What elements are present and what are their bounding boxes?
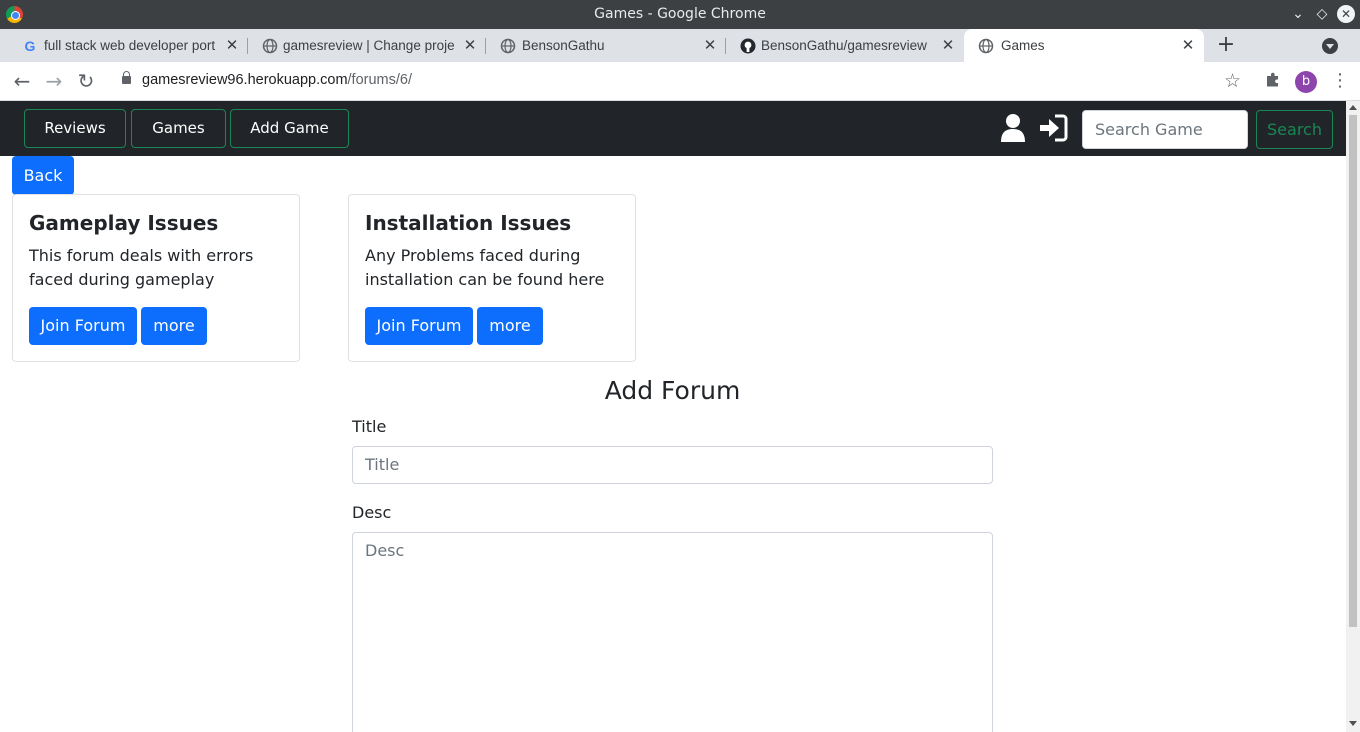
tab-close-icon[interactable]: ✕: [1180, 36, 1196, 54]
globe-icon: [978, 38, 994, 54]
tab-label: Games: [1001, 38, 1045, 53]
tab-label: gamesreview | Change proje: [283, 38, 455, 53]
browser-toolbar: ← → ↻ gamesreview96.herokuapp.com/forums…: [0, 62, 1360, 101]
tab-label: BensonGathu/gamesreview: [761, 38, 927, 53]
more-menu-icon[interactable]: ⋮: [1331, 70, 1349, 91]
tab-close-icon[interactable]: ✕: [224, 36, 240, 54]
tab-search-icon[interactable]: [1322, 38, 1338, 54]
puzzle-icon: [1267, 72, 1278, 87]
nav-games-button[interactable]: Games: [131, 109, 226, 148]
address-bar[interactable]: gamesreview96.herokuapp.com/forums/6/: [110, 65, 1260, 98]
site-navbar: Reviews Games Add Game Search Game Searc…: [0, 101, 1346, 156]
tab-bensongathu[interactable]: BensonGathu ✕: [486, 29, 726, 62]
join-forum-button[interactable]: Join Forum: [365, 307, 473, 345]
tab-label: full stack web developer port: [44, 38, 216, 53]
title-input[interactable]: Title: [352, 446, 993, 484]
desc-textarea[interactable]: Desc: [352, 532, 993, 732]
tab-portfolio[interactable]: G full stack web developer port ✕: [8, 29, 248, 62]
github-icon: [740, 38, 756, 54]
tab-label: BensonGathu: [522, 38, 605, 53]
page-content: Reviews Games Add Game Search Game Searc…: [0, 101, 1346, 732]
scroll-down-arrow-icon[interactable]: [1349, 721, 1357, 726]
forum-description: This forum deals with errors faced durin…: [29, 246, 254, 289]
svg-text:G: G: [25, 38, 36, 54]
tab-close-icon[interactable]: ✕: [462, 36, 478, 54]
more-button[interactable]: more: [477, 307, 543, 345]
globe-icon: [500, 38, 516, 54]
globe-icon: [262, 38, 278, 54]
forum-title: Installation Issues: [365, 211, 572, 235]
tab-github-repo[interactable]: BensonGathu/gamesreview ✕: [726, 29, 964, 62]
minimize-icon[interactable]: ⌄: [1288, 4, 1308, 24]
window-title: Games - Google Chrome: [594, 6, 766, 22]
tab-close-icon[interactable]: ✕: [940, 36, 956, 54]
nav-add-game-button[interactable]: Add Game: [230, 109, 349, 148]
url-text[interactable]: gamesreview96.herokuapp.com/forums/6/: [142, 72, 412, 88]
desc-label: Desc: [352, 503, 392, 522]
forum-description: Any Problems faced during installation c…: [365, 246, 605, 289]
url-host: gamesreview96.herokuapp.com: [142, 72, 348, 88]
tab-strip: G full stack web developer port ✕ gamesr…: [0, 29, 1360, 62]
google-icon: G: [25, 38, 36, 54]
join-forum-button[interactable]: Join Forum: [29, 307, 137, 345]
back-button[interactable]: Back: [12, 156, 74, 195]
nav-reviews-button[interactable]: Reviews: [24, 109, 126, 148]
extensions-puzzle-icon[interactable]: [1264, 71, 1282, 94]
scrollbar-thumb[interactable]: [1349, 115, 1357, 627]
forum-card: Gameplay Issues This forum deals with er…: [12, 194, 300, 362]
forward-arrow-icon[interactable]: →: [42, 70, 66, 94]
scroll-up-arrow-icon[interactable]: [1349, 105, 1357, 110]
profile-avatar[interactable]: b: [1295, 71, 1317, 93]
url-path: /forums/6/: [347, 72, 412, 88]
search-input[interactable]: Search Game: [1082, 110, 1248, 149]
tab-close-icon[interactable]: ✕: [702, 36, 718, 54]
title-label: Title: [352, 417, 387, 436]
sign-in-icon[interactable]: [1038, 113, 1068, 143]
lock-icon: [122, 71, 131, 84]
add-forum-heading: Add Forum: [604, 376, 741, 405]
bookmark-star-icon[interactable]: ☆: [1224, 70, 1241, 92]
maximize-icon[interactable]: ◇: [1312, 4, 1332, 24]
close-window-icon[interactable]: ✕: [1337, 5, 1355, 23]
forum-title: Gameplay Issues: [29, 211, 219, 235]
reload-icon[interactable]: ↻: [74, 70, 98, 94]
back-arrow-icon[interactable]: ←: [10, 70, 34, 94]
user-icon[interactable]: [1000, 113, 1026, 143]
more-button[interactable]: more: [141, 307, 207, 345]
tab-gamesreview-admin[interactable]: gamesreview | Change proje ✕: [248, 29, 486, 62]
tab-games[interactable]: Games ✕: [964, 29, 1204, 62]
page-scrollbar[interactable]: [1346, 101, 1360, 732]
window-title-bar: Games - Google Chrome ⌄ ◇ ✕: [0, 0, 1360, 29]
new-tab-icon[interactable]: +: [1214, 33, 1238, 57]
search-button[interactable]: Search: [1256, 110, 1333, 149]
forum-card: Installation Issues Any Problems faced d…: [348, 194, 636, 362]
